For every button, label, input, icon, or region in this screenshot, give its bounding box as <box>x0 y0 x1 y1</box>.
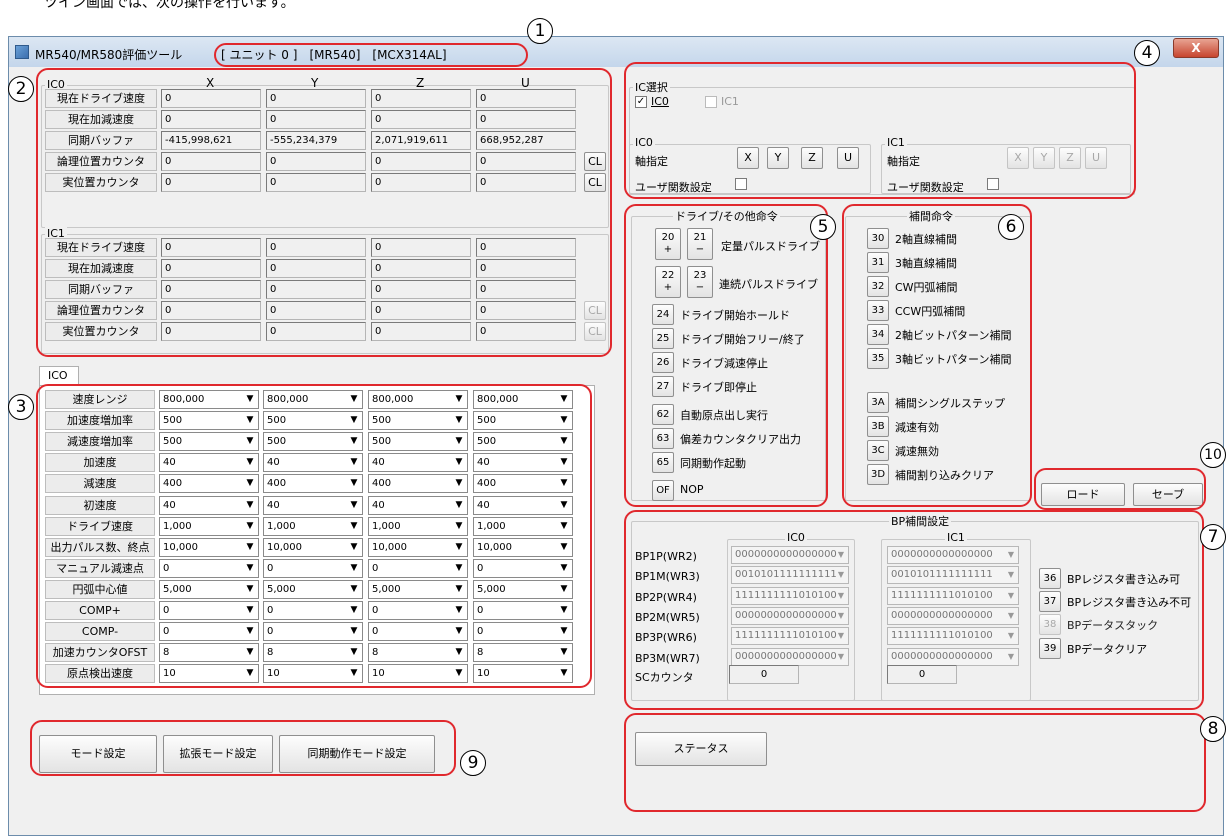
callout-number-2: 2 <box>8 76 34 102</box>
app-icon <box>15 45 29 59</box>
callout-box-8 <box>624 713 1206 812</box>
callout-box-5 <box>624 204 828 507</box>
callout-number-9: 9 <box>460 750 486 776</box>
callout-box-3 <box>36 384 592 688</box>
callout-number-8: 8 <box>1200 716 1226 742</box>
callout-box-7 <box>624 510 1204 710</box>
callout-number-6: 6 <box>998 214 1024 240</box>
callout-number-10: 10 <box>1200 442 1226 468</box>
callout-box-6 <box>842 204 1032 507</box>
callout-box-4 <box>624 62 1136 199</box>
window-title: MR540/MR580評価ツール <box>35 48 183 62</box>
callout-box-9 <box>30 720 456 776</box>
params-tab[interactable]: ICO <box>39 366 79 386</box>
doc-heading-text: ツイン画面では、次の操作を行います。 <box>44 0 295 11</box>
callout-box-1 <box>214 43 528 67</box>
callout-box-2 <box>36 68 612 357</box>
callout-number-4: 4 <box>1134 40 1160 66</box>
callout-number-3: 3 <box>8 394 34 420</box>
callout-number-7: 7 <box>1200 524 1226 550</box>
close-button[interactable]: X <box>1173 38 1219 58</box>
callout-number-5: 5 <box>810 214 836 240</box>
callout-number-1: 1 <box>527 18 553 44</box>
callout-box-10 <box>1034 468 1206 510</box>
